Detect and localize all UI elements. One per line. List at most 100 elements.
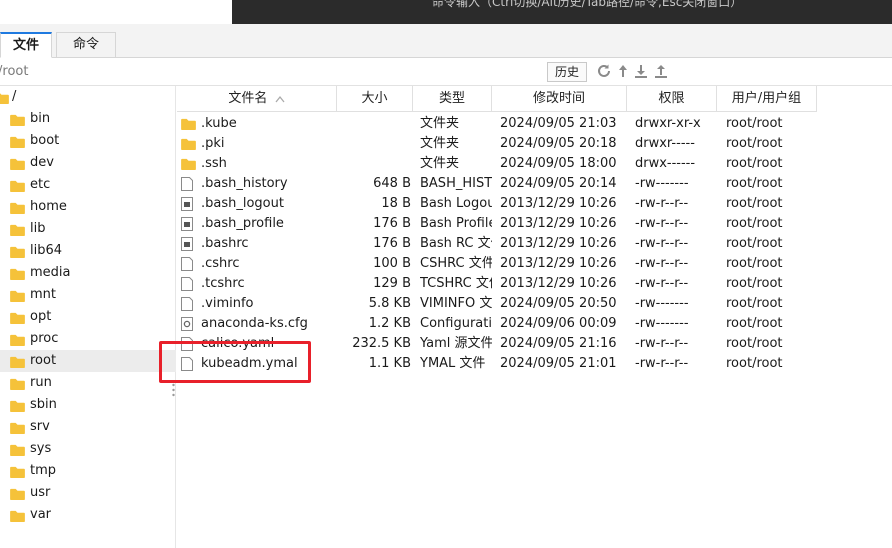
folder-icon [10, 442, 25, 456]
tree-item-label: var [30, 507, 52, 522]
tree-item-tmp[interactable]: tmp [0, 460, 176, 482]
file-permission: -rw-r--r-- [635, 356, 689, 371]
folder-icon [10, 354, 25, 368]
file-name: .ssh [201, 156, 227, 171]
history-button[interactable]: 历史 [547, 62, 587, 82]
file-owner: root/root [726, 356, 783, 371]
file-owner: root/root [726, 316, 783, 331]
path-input[interactable]: /root [0, 64, 28, 79]
file-owner: root/root [726, 136, 783, 151]
file-row[interactable]: anaconda-ks.cfg 1.2 KB Configuration 2024/0… [177, 314, 817, 334]
file-list: 文件名 大小 类型 修改时间 权限 用户/用户组 .kube 文件夹 2024/09… [177, 86, 892, 548]
file-row[interactable]: .ssh 文件夹 2024/09/05 18:00 drwx------ root/ro… [177, 154, 817, 174]
download-icon[interactable] [633, 63, 649, 79]
tab-file[interactable]: 文件 [0, 32, 52, 58]
tree-item-home[interactable]: home [0, 196, 176, 218]
file-size [337, 114, 411, 134]
file-icon [181, 277, 197, 291]
file-name: anaconda-ks.cfg [201, 316, 308, 331]
file-permission: -rw-r--r-- [635, 336, 689, 351]
file-owner: root/root [726, 216, 783, 231]
tree-item-proc[interactable]: proc [0, 328, 176, 350]
tree-item-root[interactable]: root [0, 350, 176, 372]
directory-tree: / bin boot dev etc home lib lib64 media mnt opt pro… [0, 86, 176, 548]
tree-item-lib64[interactable]: lib64 [0, 240, 176, 262]
upload-icon[interactable] [653, 63, 669, 79]
folder-icon [10, 134, 25, 148]
column-header-mtime[interactable]: 修改时间 [492, 86, 627, 112]
file-owner: root/root [726, 296, 783, 311]
tree-item-label: lib64 [30, 243, 63, 258]
script-file-icon [181, 237, 197, 251]
column-header-permission[interactable]: 权限 [627, 86, 717, 112]
file-icon [181, 297, 197, 311]
file-name: .bash_logout [201, 196, 284, 211]
tree-item-root[interactable]: / [0, 86, 176, 108]
tree-item-media[interactable]: media [0, 262, 176, 284]
terminal-area: 命令输入（Ctrl切换/Alt历史/Tab路径/命令,Esc关闭窗口） [0, 0, 892, 24]
file-type: Bash Logout [420, 196, 492, 211]
tree-item-bin[interactable]: bin [0, 108, 176, 130]
tree-item-label: / [12, 89, 17, 104]
tree-item-opt[interactable]: opt [0, 306, 176, 328]
file-row[interactable]: .cshrc 100 B CSHRC 文件 2013/12/29 10:26 -rw-r… [177, 254, 817, 274]
tree-item-lib[interactable]: lib [0, 218, 176, 240]
tree-item-srv[interactable]: srv [0, 416, 176, 438]
file-owner: root/root [726, 196, 783, 211]
tree-item-label: etc [30, 177, 51, 192]
file-permission: -rw-r--r-- [635, 276, 689, 291]
tree-item-etc[interactable]: etc [0, 174, 176, 196]
column-header-owner[interactable]: 用户/用户组 [717, 86, 817, 112]
tree-item-sys[interactable]: sys [0, 438, 176, 460]
file-row[interactable]: .bashrc 176 B Bash RC 文件 2013/12/29 10:26 -r… [177, 234, 817, 254]
script-file-icon [181, 197, 197, 211]
folder-icon [10, 288, 25, 302]
file-owner: root/root [726, 236, 783, 251]
folder-icon [10, 464, 25, 478]
tree-item-boot[interactable]: boot [0, 130, 176, 152]
tree-item-run[interactable]: run [0, 372, 176, 394]
file-permission: -rw-r--r-- [635, 236, 689, 251]
file-row[interactable]: .bash_logout 18 B Bash Logout 2013/12/29 10… [177, 194, 817, 214]
tree-item-sbin[interactable]: sbin [0, 394, 176, 416]
file-row[interactable]: .bash_profile 176 B Bash Profile 2013/12/29… [177, 214, 817, 234]
tree-item-dev[interactable]: dev [0, 152, 176, 174]
folder-icon [10, 222, 25, 236]
tree-item-usr[interactable]: usr [0, 482, 176, 504]
file-mtime: 2013/12/29 10:26 [500, 196, 617, 211]
tree-item-mnt[interactable]: mnt [0, 284, 176, 306]
tab-command[interactable]: 命令 [56, 32, 116, 58]
file-type: 文件夹 [420, 116, 460, 131]
folder-icon [10, 244, 25, 258]
column-header-type[interactable]: 类型 [413, 86, 492, 112]
refresh-icon[interactable] [596, 63, 612, 79]
file-row[interactable]: .pki 文件夹 2024/09/05 20:18 drwxr----- root/ro… [177, 134, 817, 154]
tree-item-label: root [30, 353, 57, 368]
file-type: Yaml 源文件 [420, 336, 492, 351]
tree-item-label: mnt [30, 287, 56, 302]
terminal-panel[interactable]: 命令输入（Ctrl切换/Alt历史/Tab路径/命令,Esc关闭窗口） [232, 0, 892, 24]
file-mtime: 2024/09/05 18:00 [500, 156, 617, 171]
folder-icon [10, 156, 25, 170]
file-permission: -rw-r--r-- [635, 196, 689, 211]
file-row[interactable]: .tcshrc 129 B TCSHRC 文件 2013/12/29 10:26 -rw… [177, 274, 817, 294]
tree-item-label: tmp [30, 463, 57, 478]
column-header-name[interactable]: 文件名 [177, 86, 337, 112]
column-header-size[interactable]: 大小 [337, 86, 413, 112]
file-row[interactable]: .kube 文件夹 2024/09/05 21:03 drwxr-xr-x root/r… [177, 114, 817, 134]
file-mtime: 2024/09/05 20:50 [500, 296, 617, 311]
file-mtime: 2024/09/05 21:01 [500, 356, 617, 371]
up-directory-icon[interactable] [615, 63, 631, 79]
file-mtime: 2013/12/29 10:26 [500, 276, 617, 291]
file-size: 232.5 KB [352, 336, 411, 351]
script-file-icon [181, 217, 197, 231]
tree-item-label: run [30, 375, 52, 390]
file-mtime: 2013/12/29 10:26 [500, 236, 617, 251]
file-name: .bash_profile [201, 216, 284, 231]
file-owner: root/root [726, 336, 783, 351]
file-size: 18 B [381, 196, 411, 211]
file-row[interactable]: .bash_history 648 B BASH_HISTORY 2024/09/05… [177, 174, 817, 194]
file-row[interactable]: .viminfo 5.8 KB VIMINFO 文件 2024/09/05 20:50… [177, 294, 817, 314]
tree-item-var[interactable]: var [0, 504, 176, 526]
splitter-handle-icon[interactable] [172, 383, 175, 397]
